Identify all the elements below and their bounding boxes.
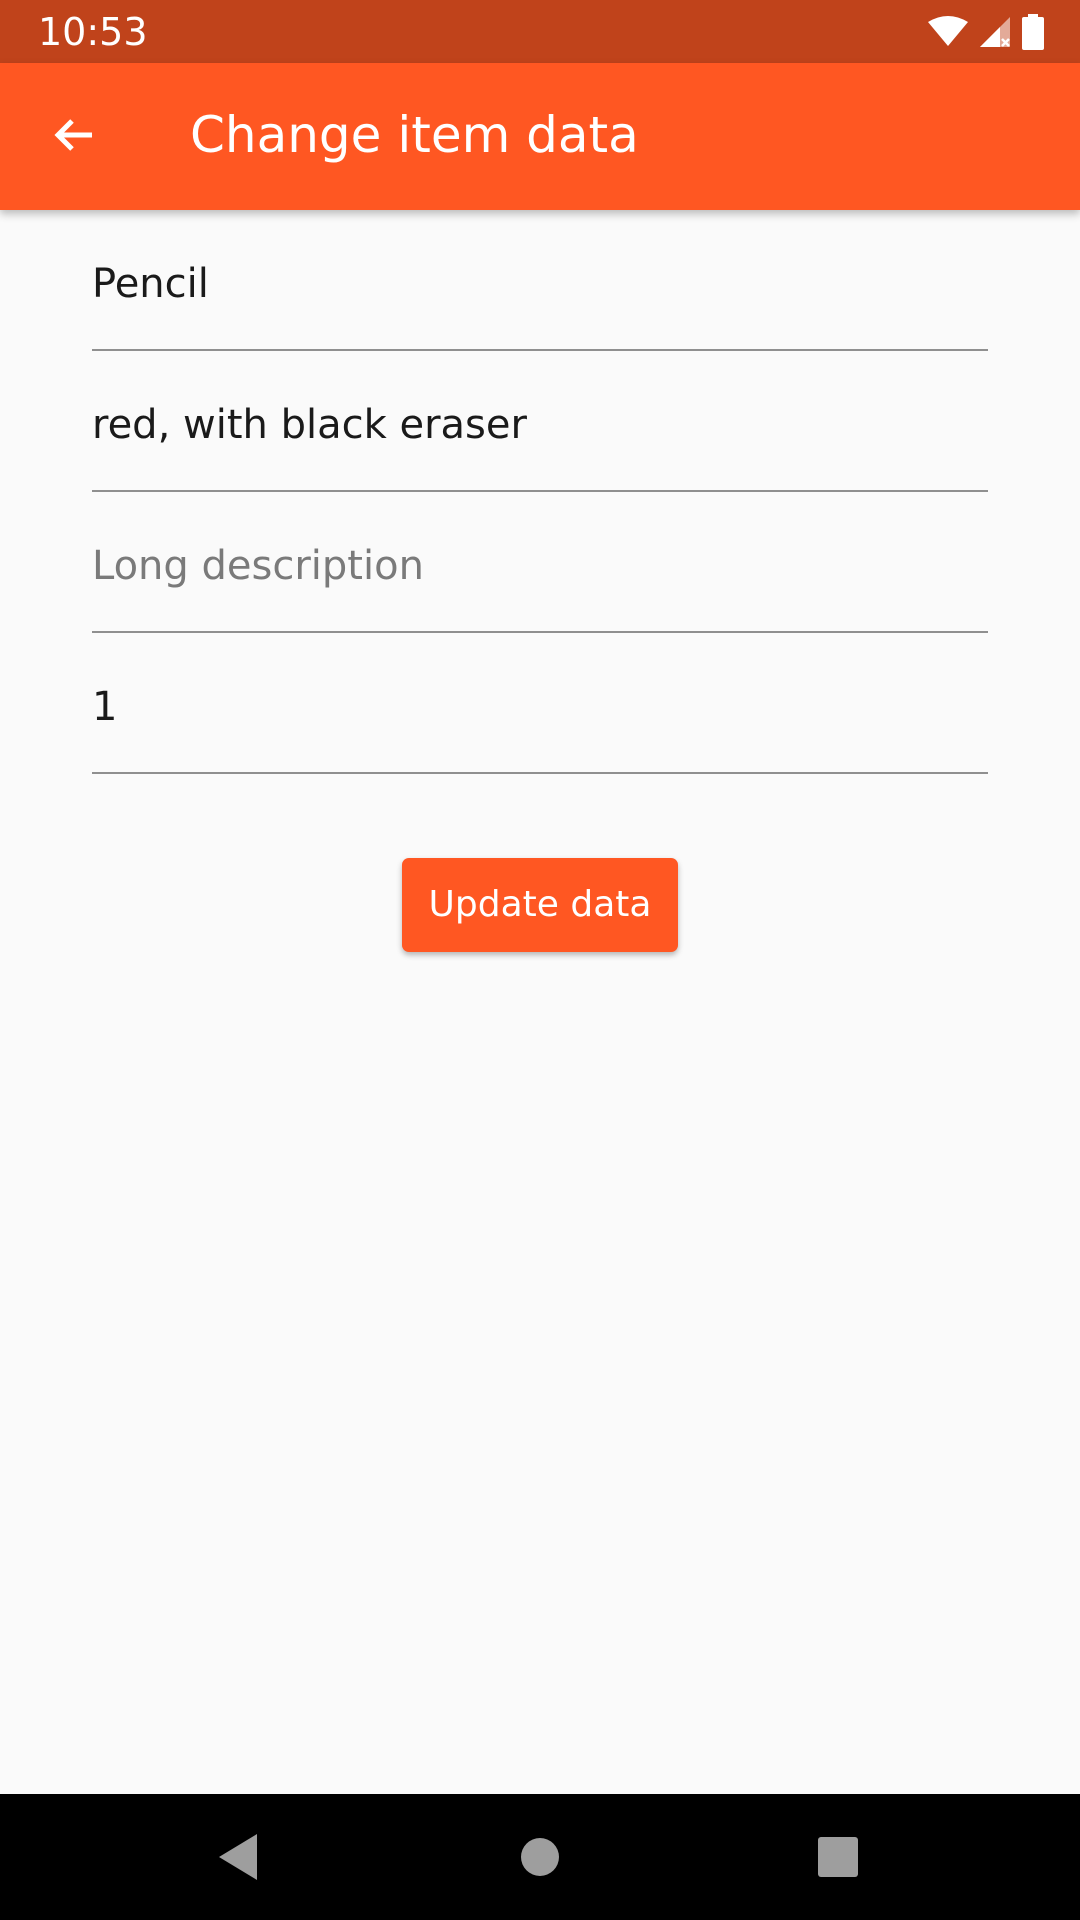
arrow-back-icon <box>54 119 92 151</box>
back-triangle-icon <box>219 1834 257 1880</box>
status-time: 10:53 <box>38 10 148 54</box>
update-data-button[interactable]: Update data <box>402 858 678 952</box>
signal-icon <box>980 17 1010 47</box>
status-icons <box>928 12 1044 52</box>
home-circle-icon <box>521 1838 559 1876</box>
battery-icon <box>1022 14 1044 50</box>
page-title: Change item data <box>190 106 639 164</box>
recents-square-icon <box>818 1837 858 1877</box>
status-bar: 10:53 <box>0 0 1080 63</box>
item-form: Pencil red, with black eraser Long descr… <box>92 210 988 774</box>
nav-back-button[interactable] <box>206 1824 272 1890</box>
nav-recents-button[interactable] <box>805 1824 871 1890</box>
name-field[interactable]: Pencil <box>92 210 988 351</box>
quantity-field[interactable]: 1 <box>92 633 988 774</box>
name-value: Pencil <box>92 261 209 307</box>
short-description-field[interactable]: red, with black eraser <box>92 351 988 492</box>
app-bar: Change item data <box>0 63 1080 210</box>
long-description-placeholder: Long description <box>92 543 424 589</box>
long-description-field[interactable]: Long description <box>92 492 988 633</box>
back-button[interactable] <box>32 93 116 177</box>
wifi-icon <box>928 16 968 46</box>
system-nav-bar <box>0 1794 1080 1920</box>
nav-home-button[interactable] <box>507 1824 573 1890</box>
short-description-value: red, with black eraser <box>92 402 527 448</box>
quantity-value: 1 <box>92 684 118 730</box>
